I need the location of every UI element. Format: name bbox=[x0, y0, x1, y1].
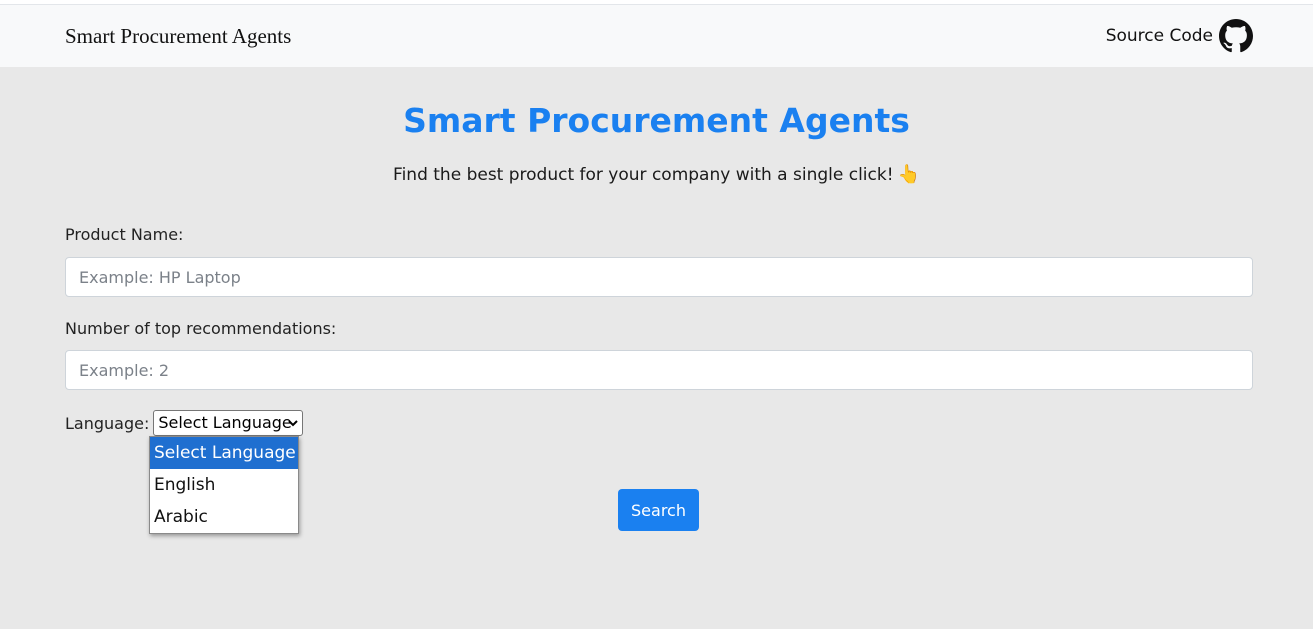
language-option-arabic[interactable]: Arabic bbox=[150, 501, 298, 533]
main-content: Smart Procurement Agents Find the best p… bbox=[0, 67, 1313, 629]
pointing-up-hand-icon: 👆 bbox=[897, 164, 920, 185]
page-subtitle: Find the best product for your company w… bbox=[0, 164, 1313, 185]
language-select-value: Select Language bbox=[158, 413, 292, 432]
search-button[interactable]: Search bbox=[618, 489, 699, 531]
product-name-input[interactable] bbox=[65, 257, 1253, 297]
language-label: Language: bbox=[65, 413, 150, 433]
language-select[interactable]: Select Language bbox=[153, 410, 304, 436]
chevron-down-icon bbox=[288, 415, 299, 436]
source-code-label: Source Code bbox=[1105, 26, 1213, 46]
language-option-english[interactable]: English bbox=[150, 469, 298, 501]
navbar: Smart Procurement Agents Source Code bbox=[0, 4, 1313, 67]
source-code-link[interactable]: Source Code bbox=[1106, 19, 1253, 53]
navbar-brand[interactable]: Smart Procurement Agents bbox=[65, 24, 291, 49]
language-dropdown: Select Language English Arabic bbox=[149, 436, 299, 534]
recommendations-count-label: Number of top recommendations: bbox=[65, 319, 337, 338]
page-title: Smart Procurement Agents bbox=[403, 101, 910, 140]
subtitle-text: Find the best product for your company w… bbox=[393, 165, 894, 185]
product-name-label: Product Name: bbox=[65, 225, 184, 244]
recommendations-count-input[interactable] bbox=[65, 350, 1253, 390]
github-icon bbox=[1219, 19, 1253, 53]
language-option-select[interactable]: Select Language bbox=[150, 437, 298, 469]
language-row: Language: Select Language bbox=[65, 410, 304, 436]
